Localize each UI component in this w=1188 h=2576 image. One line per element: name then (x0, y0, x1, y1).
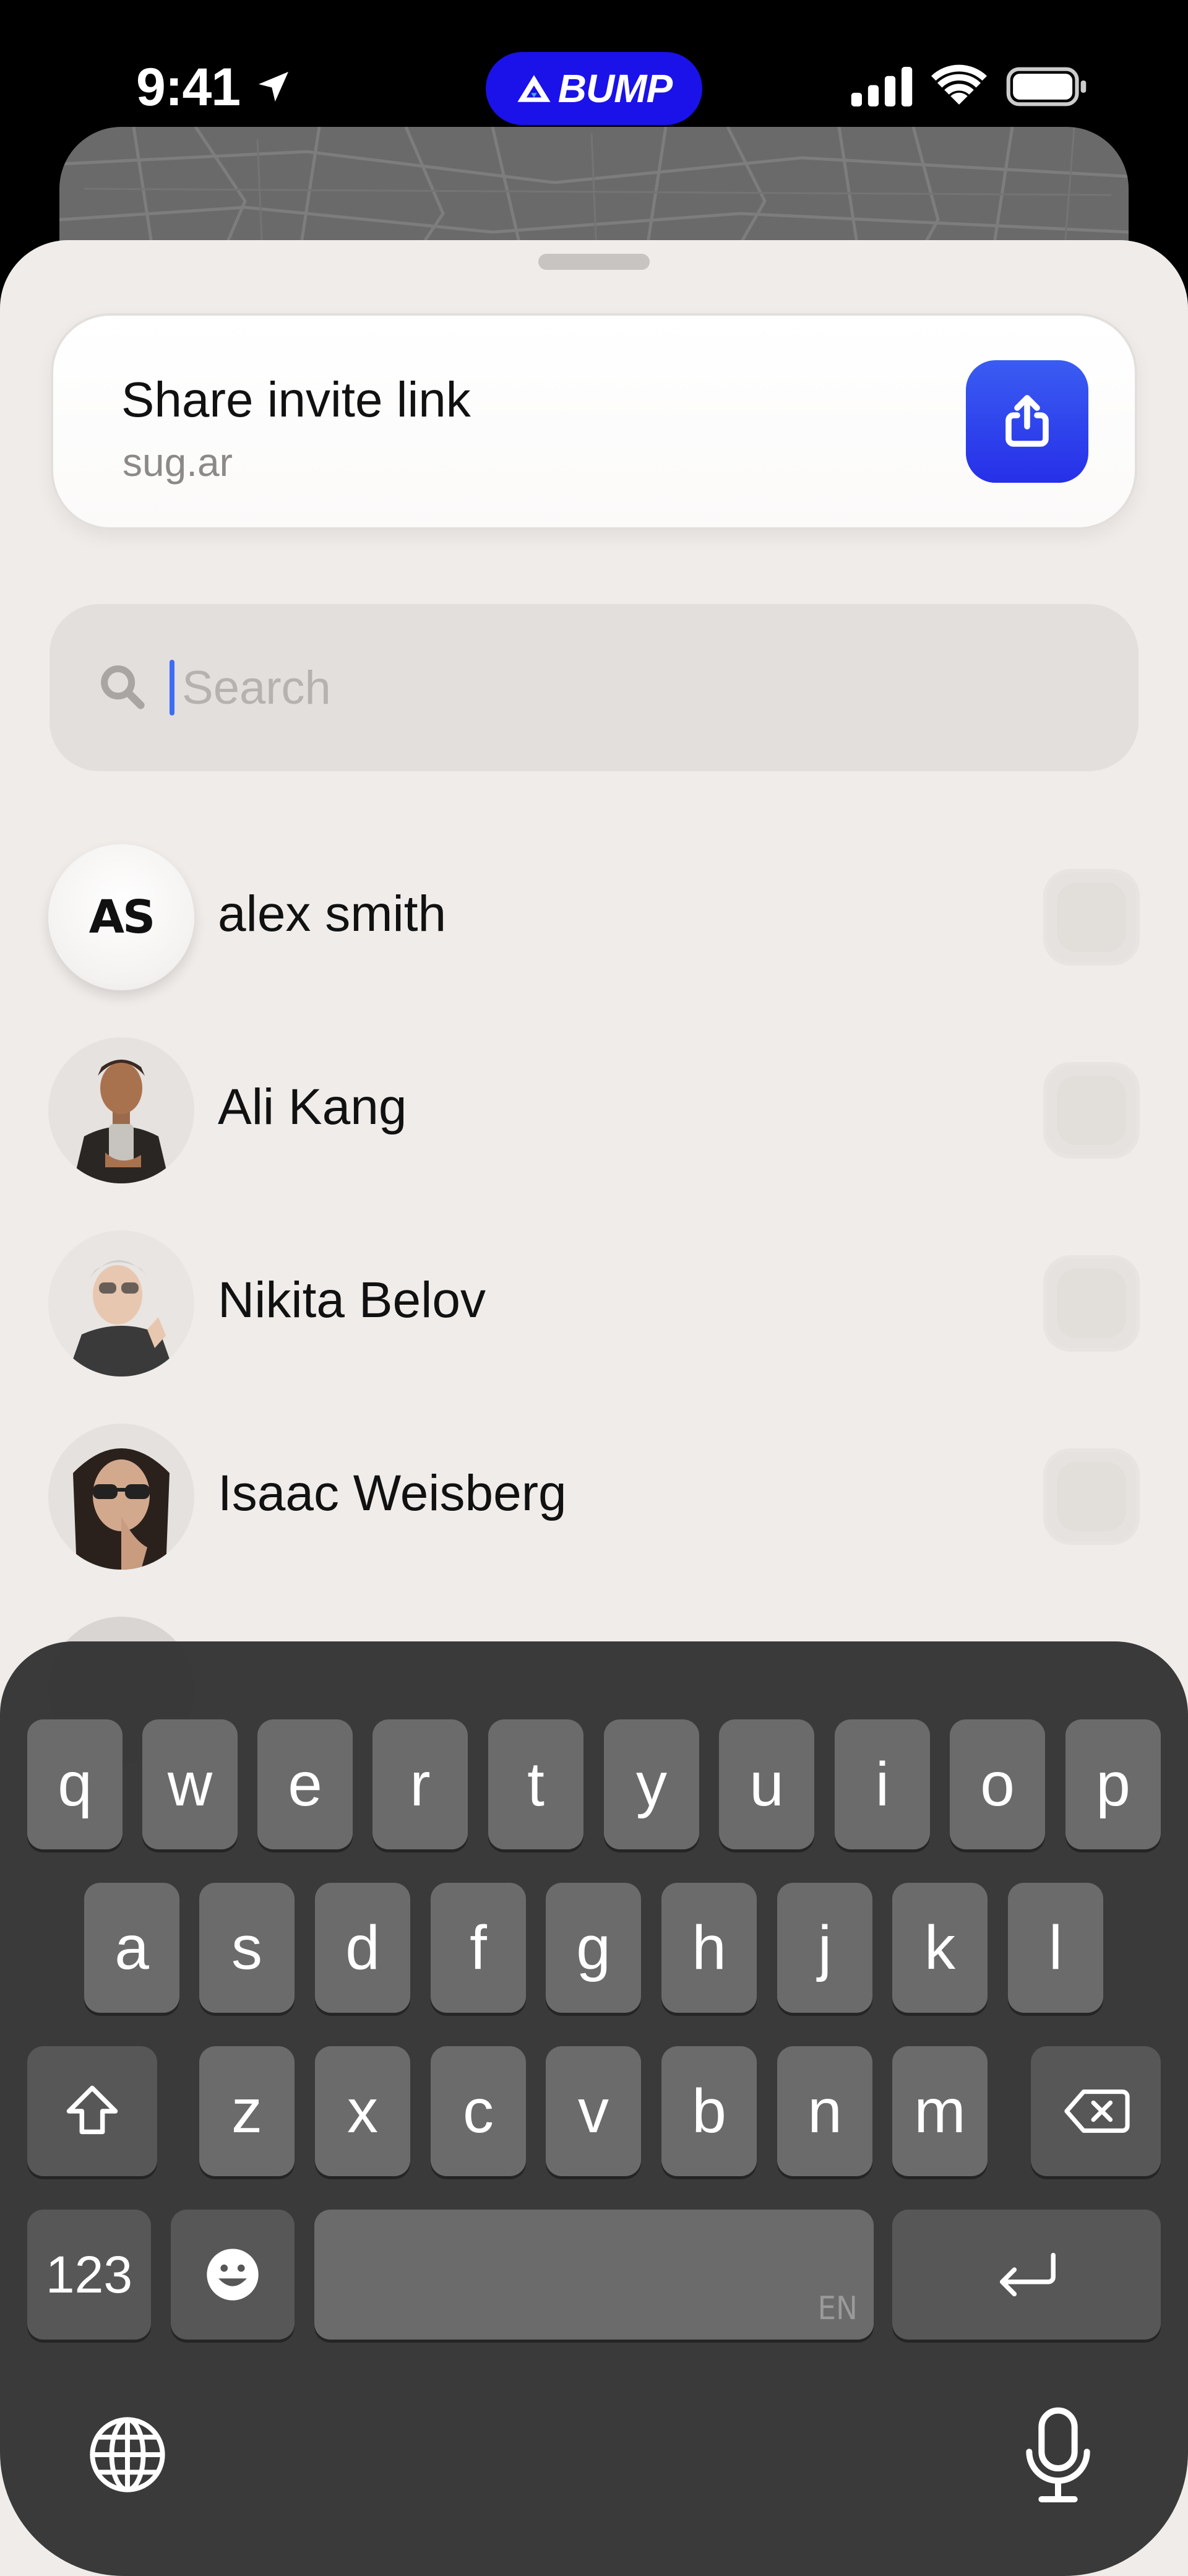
select-checkbox[interactable] (1043, 1062, 1140, 1159)
contact-name: Ali Kang (218, 1079, 407, 1135)
key-t[interactable]: t (488, 1719, 583, 1849)
app-pill[interactable]: BUMP (486, 52, 702, 125)
contact-name: Isaac Weisberg (218, 1465, 567, 1521)
key-l[interactable]: l (1008, 1883, 1103, 2013)
share-invite-card[interactable]: Share invite link sug.ar (51, 313, 1137, 530)
keyboard: q w e r t y u i o p a s d f g h j k l z … (0, 1641, 1188, 2576)
key-s[interactable]: s (199, 1883, 295, 2013)
key-b[interactable]: b (661, 2046, 757, 2176)
select-checkbox[interactable] (1043, 869, 1140, 966)
cellular-signal-icon (851, 67, 913, 106)
avatar-initials: AS (88, 891, 156, 944)
battery-icon (1006, 67, 1087, 106)
select-checkbox[interactable] (1043, 1448, 1140, 1545)
return-key[interactable] (892, 2210, 1161, 2340)
key-y[interactable]: y (604, 1719, 699, 1849)
key-j[interactable]: j (777, 1883, 872, 2013)
emoji-icon (207, 2249, 259, 2301)
microphone-icon[interactable] (1021, 2406, 1095, 2505)
key-k[interactable]: k (892, 1883, 988, 2013)
key-o[interactable]: o (950, 1719, 1045, 1849)
key-r[interactable]: r (372, 1719, 468, 1849)
share-button[interactable] (966, 360, 1088, 483)
space-key[interactable]: EN (314, 2210, 874, 2340)
avatar (48, 1230, 194, 1377)
key-v[interactable]: v (546, 2046, 641, 2176)
shift-key[interactable] (27, 2046, 157, 2176)
select-checkbox[interactable] (1043, 1255, 1140, 1352)
key-e[interactable]: e (257, 1719, 353, 1849)
contact-name: Nikita Belov (218, 1272, 486, 1328)
list-item[interactable]: Nikita Belov (0, 1230, 1188, 1391)
contact-name: alex smith (218, 886, 447, 942)
key-m[interactable]: m (892, 2046, 988, 2176)
sheet-grabber[interactable] (538, 254, 650, 270)
search-bar[interactable] (50, 604, 1138, 771)
emoji-key[interactable] (171, 2210, 295, 2340)
backspace-icon (1064, 2090, 1130, 2133)
key-p[interactable]: p (1065, 1719, 1161, 1849)
bump-logo-icon (517, 75, 551, 102)
search-icon (101, 665, 145, 709)
key-h[interactable]: h (661, 1883, 757, 2013)
list-item[interactable]: AS alex smith (0, 844, 1188, 1005)
key-g[interactable]: g (546, 1883, 641, 2013)
key-i[interactable]: i (835, 1719, 930, 1849)
key-q[interactable]: q (27, 1719, 123, 1849)
invite-link: sug.ar (123, 440, 233, 485)
wifi-icon (931, 64, 987, 105)
location-arrow-icon (259, 72, 288, 102)
avatar: AS (48, 844, 194, 990)
globe-icon[interactable] (85, 2413, 170, 2497)
key-d[interactable]: d (315, 1883, 410, 2013)
avatar (48, 1037, 194, 1183)
key-z[interactable]: z (199, 2046, 295, 2176)
numbers-key[interactable]: 123 (27, 2210, 151, 2340)
list-item[interactable]: Ali Kang (0, 1037, 1188, 1198)
search-input[interactable] (182, 641, 1048, 734)
key-u[interactable]: u (719, 1719, 814, 1849)
shift-icon (66, 2085, 118, 2135)
avatar (48, 1424, 194, 1570)
key-a[interactable]: a (84, 1883, 179, 2013)
status-time: 9:41 (136, 58, 241, 117)
text-caret (170, 660, 174, 715)
key-c[interactable]: c (431, 2046, 526, 2176)
keyboard-language-label: EN (817, 2290, 858, 2327)
key-f[interactable]: f (431, 1883, 526, 2013)
invite-title: Share invite link (121, 372, 471, 427)
key-x[interactable]: x (315, 2046, 410, 2176)
key-n[interactable]: n (777, 2046, 872, 2176)
return-icon (999, 2252, 1056, 2297)
backspace-key[interactable] (1031, 2046, 1161, 2176)
status-bar: 9:41 BUMP (0, 0, 1188, 136)
list-item[interactable]: Isaac Weisberg (0, 1424, 1188, 1584)
key-w[interactable]: w (142, 1719, 238, 1849)
share-icon (1005, 395, 1049, 447)
app-pill-label: BUMP (557, 66, 673, 111)
